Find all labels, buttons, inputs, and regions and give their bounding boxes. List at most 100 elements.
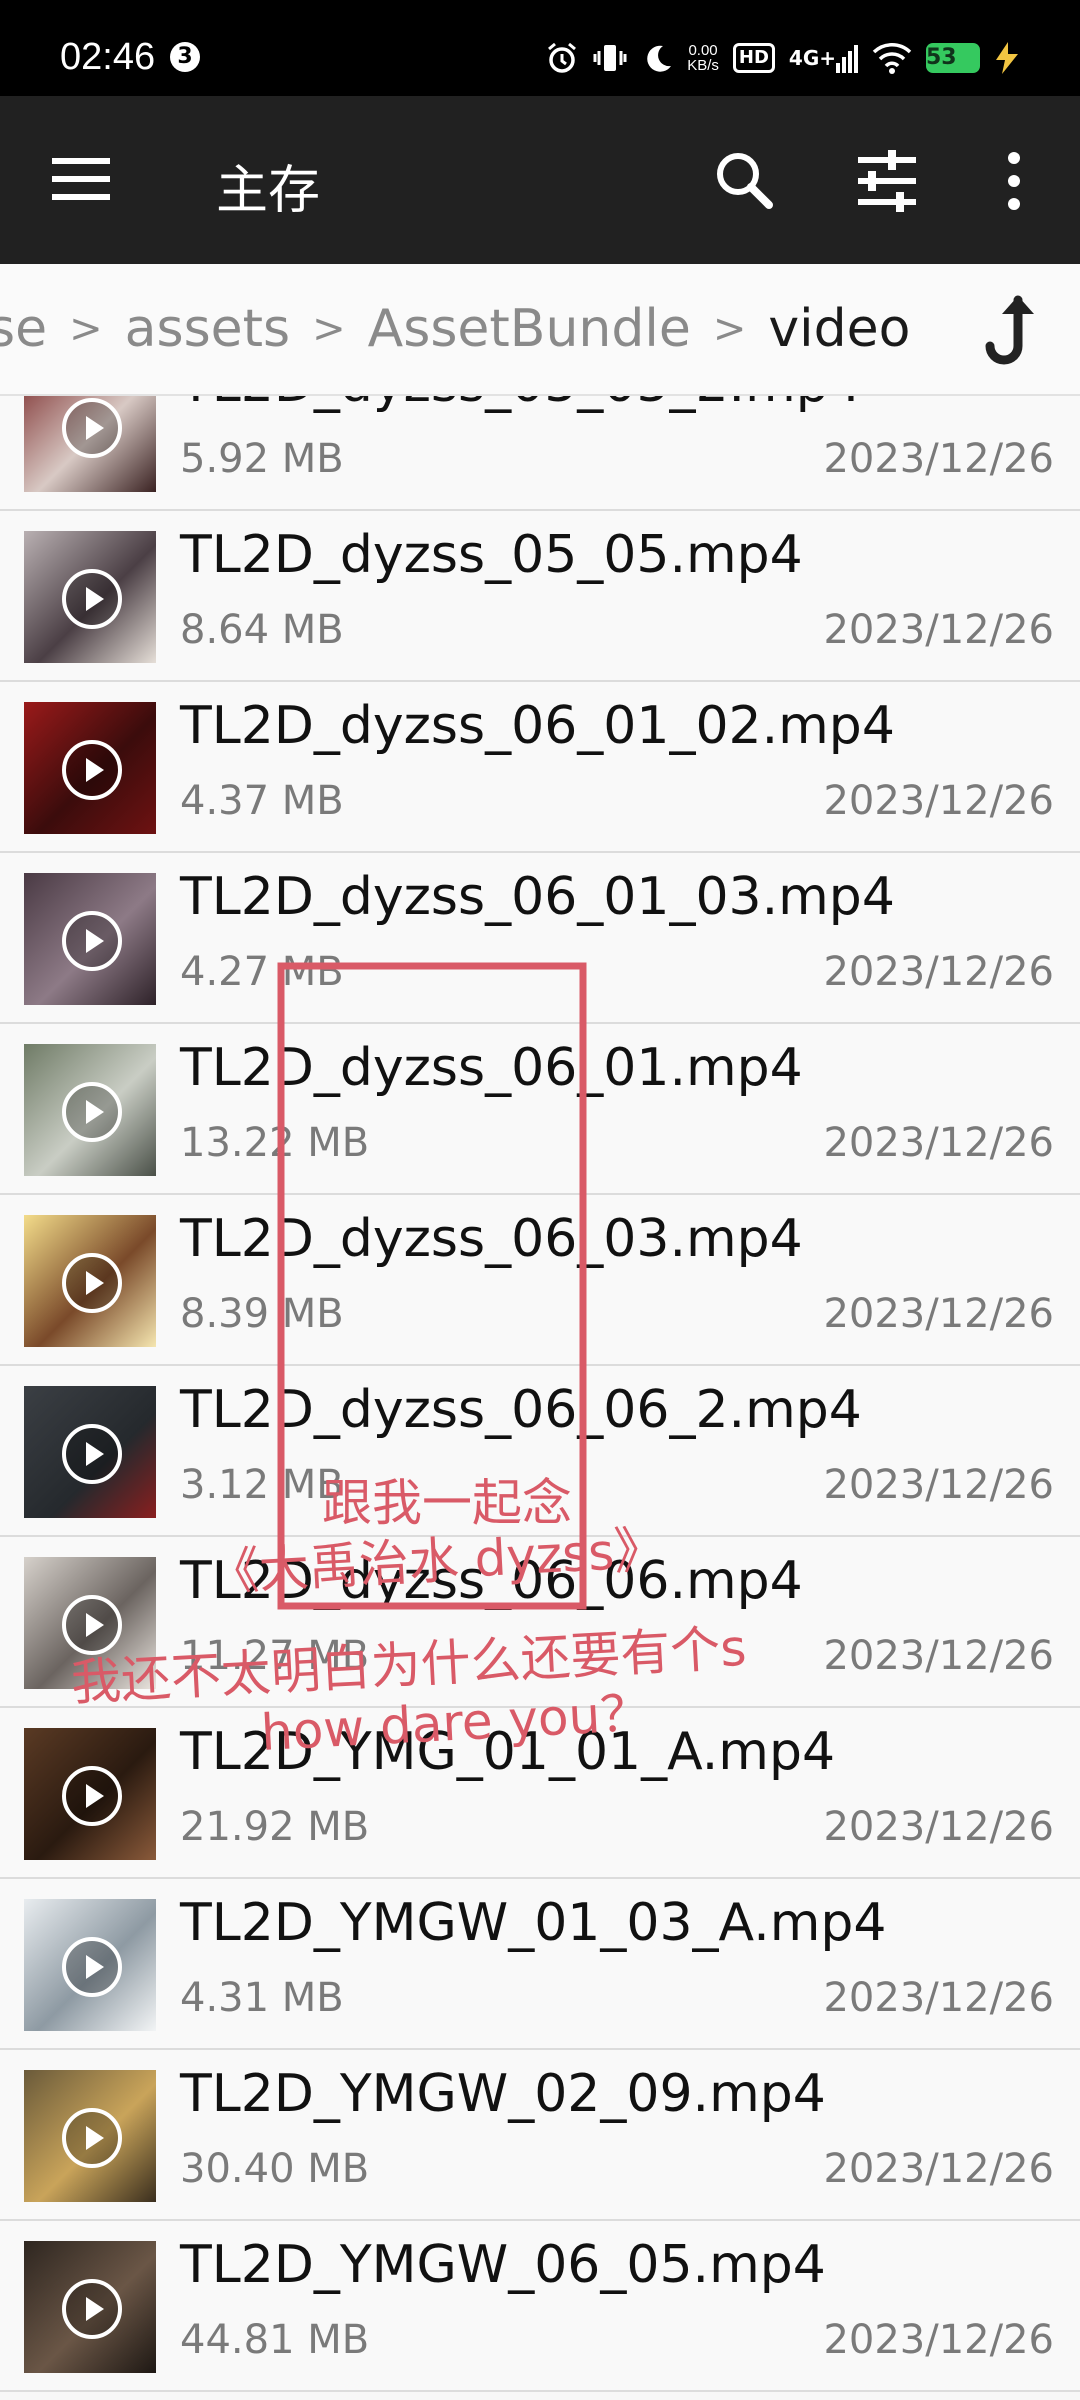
file-row[interactable]: TL2D_dyzss_06_03.mp4 8.39 MB 2023/12/26 [0,1195,1080,1366]
play-icon [62,1253,122,1313]
page-title: 主存 [216,161,321,221]
file-date: 2023/12/26 [823,778,1054,824]
chevron-right-icon: > [312,306,346,352]
breadcrumb: se > assets > AssetBundle > video [0,264,1080,396]
do-not-disturb-moon-icon [641,42,673,74]
file-name: TL2D_dyzss_06_01_02.mp4 [180,696,895,756]
file-row[interactable]: TL2D_dyzss_05_05_2.mp4 5.92 MB 2023/12/2… [0,396,1080,511]
menu-icon[interactable] [52,154,112,204]
hd-voice-badge: HD [732,43,775,73]
file-date: 2023/12/26 [823,949,1054,995]
file-row[interactable]: TL2D_dyzss_06_06_2.mp4 3.12 MB 2023/12/2… [0,1366,1080,1537]
breadcrumb-item-assetbundle[interactable]: AssetBundle [368,299,691,359]
status-bar: 02:46 3 0.00 KB/s HD 4G+ 53 [0,0,1080,96]
cellular-signal-icon: 4G+ [789,43,858,73]
app-toolbar: 主存 [0,96,1080,264]
file-name: TL2D_YMGW_02_09.mp4 [180,2064,826,2124]
play-icon [62,1595,122,1655]
file-size: 44.81 MB [180,2317,370,2363]
file-name: TL2D_dyzss_06_06.mp4 [180,1551,803,1611]
file-name: TL2D_YMG_01_01_A.mp4 [180,1722,836,1782]
file-row[interactable]: TL2D_dyzss_06_06.mp4 11.27 MB 2023/12/26 [0,1537,1080,1708]
video-thumbnail [24,1899,156,2031]
battery-level: 53 [926,43,980,73]
file-size: 11.27 MB [180,1633,370,1679]
file-size: 30.40 MB [180,2146,370,2192]
video-thumbnail [24,1044,156,1176]
play-icon [62,2108,122,2168]
file-row[interactable]: TL2D_YMGW_01_03_A.mp4 4.31 MB 2023/12/26 [0,1879,1080,2050]
play-icon [62,398,122,458]
file-row[interactable]: TL2D_YMGW_02_09.mp4 30.40 MB 2023/12/26 [0,2050,1080,2221]
file-date: 2023/12/26 [823,436,1054,482]
network-speed: 0.00 KB/s [687,42,719,74]
file-date: 2023/12/26 [823,1804,1054,1850]
file-size: 5.92 MB [180,436,344,482]
chevron-right-icon: > [712,306,747,352]
file-size: 4.31 MB [180,1975,344,2021]
play-icon [62,569,122,629]
filter-sliders-icon[interactable] [852,146,922,216]
file-name: TL2D_dyzss_06_01_03.mp4 [180,867,895,927]
file-date: 2023/12/26 [823,1291,1054,1337]
file-name: TL2D_YMGW_06_05.mp4 [180,2235,826,2295]
breadcrumb-item-partial[interactable]: se [0,299,47,359]
alarm-icon [545,41,579,75]
charging-bolt-icon [994,42,1020,74]
file-date: 2023/12/26 [823,1633,1054,1679]
video-thumbnail [24,702,156,834]
file-size: 3.12 MB [180,1462,344,1508]
file-row[interactable]: TL2D_YMG_01_01_A.mp4 21.92 MB 2023/12/26 [0,1708,1080,1879]
file-name: TL2D_YMGW_01_03_A.mp4 [180,1893,887,1953]
file-name: TL2D_dyzss_06_03.mp4 [180,1209,803,1269]
breadcrumb-item-video[interactable]: video [768,299,910,359]
video-thumbnail [24,2241,156,2373]
video-thumbnail [24,396,156,492]
file-size: 8.64 MB [180,607,344,653]
play-icon [62,911,122,971]
file-row[interactable]: TL2D_dyzss_05_05.mp4 8.64 MB 2023/12/26 [0,511,1080,682]
file-row[interactable]: TL2D_dyzss_06_01.mp4 13.22 MB 2023/12/26 [0,1024,1080,1195]
play-icon [62,740,122,800]
wifi-icon [872,42,912,74]
file-date: 2023/12/26 [823,1462,1054,1508]
video-thumbnail [24,1557,156,1689]
video-thumbnail [24,873,156,1005]
status-icons: 0.00 KB/s HD 4G+ 53 [545,38,1020,78]
chevron-right-icon: > [69,306,103,352]
file-date: 2023/12/26 [823,2317,1054,2363]
file-row[interactable]: TL2D_YMGW_06_05.mp4 44.81 MB 2023/12/26 [0,2221,1080,2392]
file-list: TL2D_dyzss_05_05_2.mp4 5.92 MB 2023/12/2… [0,396,1080,2400]
file-row[interactable]: TL2D_dyzss_06_01_03.mp4 4.27 MB 2023/12/… [0,853,1080,1024]
file-name: TL2D_dyzss_06_06_2.mp4 [180,1380,862,1440]
file-size: 4.27 MB [180,949,344,995]
file-name: TL2D_dyzss_06_01.mp4 [180,1038,803,1098]
play-icon [62,1424,122,1484]
file-size: 4.37 MB [180,778,344,824]
play-icon [62,1082,122,1142]
file-date: 2023/12/26 [823,607,1054,653]
breadcrumb-item-assets[interactable]: assets [125,299,291,359]
file-size: 13.22 MB [180,1120,370,1166]
play-icon [62,1766,122,1826]
file-date: 2023/12/26 [823,2146,1054,2192]
status-time: 02:46 [60,36,156,78]
video-thumbnail [24,1728,156,1860]
file-row[interactable]: TL2D_dyzss_06_01_02.mp4 4.37 MB 2023/12/… [0,682,1080,853]
video-thumbnail [24,1215,156,1347]
vibrate-icon [593,41,627,75]
video-thumbnail [24,1386,156,1518]
file-size: 8.39 MB [180,1291,344,1337]
file-size: 21.92 MB [180,1804,370,1850]
notification-count-badge: 3 [170,42,200,72]
video-thumbnail [24,531,156,663]
navigate-up-arrow-icon[interactable] [976,290,1046,370]
play-icon [62,1937,122,1997]
more-options-icon[interactable] [980,146,1030,216]
search-icon[interactable] [710,146,780,216]
file-date: 2023/12/26 [823,1120,1054,1166]
play-icon [62,2279,122,2339]
file-name: TL2D_dyzss_05_05_2.mp4 [180,396,862,414]
file-name: TL2D_dyzss_05_05.mp4 [180,525,803,585]
file-date: 2023/12/26 [823,1975,1054,2021]
